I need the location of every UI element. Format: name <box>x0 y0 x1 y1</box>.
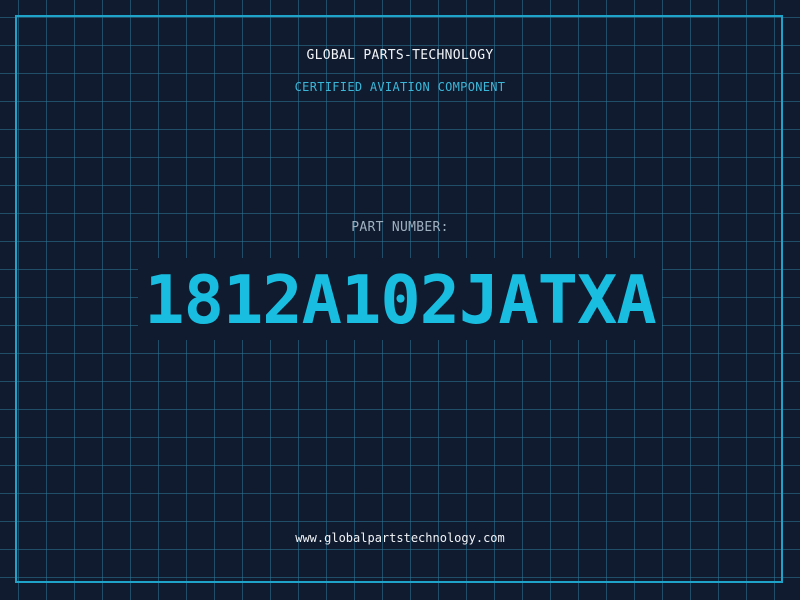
website-url: www.globalpartstechnology.com <box>295 531 505 545</box>
certificate-canvas: GLOBAL PARTS-TECHNOLOGY CERTIFIED AVIATI… <box>0 0 800 600</box>
company-name: GLOBAL PARTS-TECHNOLOGY <box>306 48 494 63</box>
part-number-container: 1812A102JATXA <box>0 258 800 340</box>
part-number-value: 1812A102JATXA <box>138 258 662 340</box>
certification-text: CERTIFIED AVIATION COMPONENT <box>294 80 506 94</box>
part-number-label: PART NUMBER: <box>351 220 449 235</box>
